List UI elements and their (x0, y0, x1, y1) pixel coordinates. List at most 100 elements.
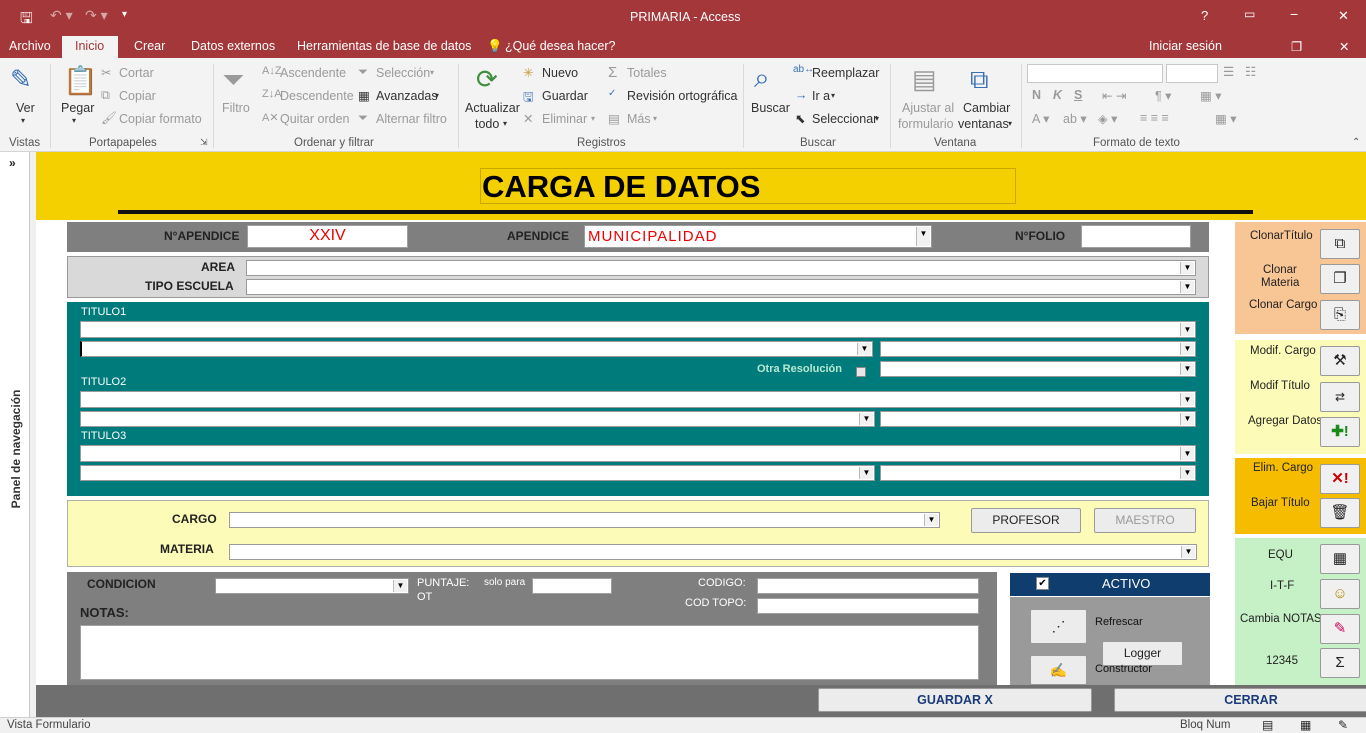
titulo3-resolucion-combo[interactable]: ▼ (80, 465, 875, 481)
clonar-titulo-button[interactable]: ⧉ (1320, 229, 1360, 259)
profesor-button[interactable]: PROFESOR (971, 508, 1081, 533)
puntaje-field[interactable] (532, 578, 612, 594)
copiar-button[interactable]: Copiar (119, 89, 156, 103)
chevron-down-icon[interactable]: ▼ (859, 467, 873, 479)
tipo-escuela-combo[interactable]: ▼ (246, 279, 1196, 295)
ver-button[interactable]: Ver (16, 101, 35, 115)
chevron-down-icon[interactable]: ▼ (859, 413, 873, 425)
sum-button[interactable]: Σ (1320, 648, 1360, 678)
design-view-icon[interactable]: ✎ (1338, 718, 1348, 732)
titulo2-extra-combo[interactable]: ▼ (880, 411, 1196, 427)
tab-inicio[interactable]: Inicio (75, 39, 104, 53)
actualizar-button[interactable]: Actualizar (465, 101, 520, 115)
codigo-field[interactable] (757, 578, 979, 594)
chevron-down-icon[interactable]: ▼ (1180, 343, 1194, 355)
cambiar-label[interactable]: ventanas (958, 117, 1009, 131)
eliminar-button[interactable]: Eliminar (542, 112, 587, 126)
seleccionar-chevron-icon[interactable]: ▾ (875, 114, 879, 123)
chevron-down-icon[interactable]: ▼ (1181, 546, 1195, 558)
paste-icon[interactable]: 📋 (63, 64, 98, 97)
refresh-all-icon[interactable]: ⟳ (476, 64, 498, 95)
chevron-down-icon[interactable]: ▼ (1180, 363, 1194, 375)
pegar-button[interactable]: Pegar (61, 101, 94, 115)
tab-archivo[interactable]: Archivo (9, 39, 51, 53)
chevron-down-icon[interactable]: ▼ (1180, 467, 1194, 479)
ribbon-display-icon[interactable]: ▭ (1244, 7, 1255, 21)
titulo1-resolucion-combo[interactable]: ▼ (80, 341, 873, 357)
nuevo-button[interactable]: Nuevo (542, 66, 578, 80)
customize-qat-icon[interactable]: ▾ (122, 9, 127, 20)
titulo2-resolucion-combo[interactable]: ▼ (80, 411, 875, 427)
revision-button[interactable]: Revisión ortográfica (627, 89, 737, 103)
clonar-materia-button[interactable]: ❐ (1320, 264, 1360, 294)
apendice-num-field[interactable]: XXIV (247, 225, 408, 248)
collapse-ribbon-icon[interactable]: ⌃ (1352, 137, 1360, 148)
bold-button[interactable]: N (1032, 88, 1041, 102)
tab-datos-externos[interactable]: Datos externos (191, 39, 275, 53)
itf-button[interactable]: ☺ (1320, 579, 1360, 609)
guardar-button[interactable]: GUARDAR X (818, 688, 1092, 712)
chevron-down-icon[interactable]: ▼ (1180, 413, 1194, 425)
quitar-orden-button[interactable]: Quitar orden (280, 112, 349, 126)
seleccion-button[interactable]: Selección (376, 66, 430, 80)
ira-chevron-icon[interactable]: ▾ (831, 91, 835, 100)
restore-doc-icon[interactable]: ❐ (1291, 39, 1302, 54)
agregar-datos-button[interactable]: ✚! (1320, 417, 1360, 447)
cortar-button[interactable]: Cortar (119, 66, 154, 80)
clonar-cargo-button[interactable]: ⎘ (1320, 300, 1360, 330)
otra-resolucion-combo[interactable]: ▼ (880, 361, 1196, 377)
condicion-combo[interactable]: ▼ (215, 578, 409, 594)
chevron-down-icon[interactable]: ▼ (916, 227, 930, 246)
switch-windows-icon[interactable]: ⧉ (970, 64, 989, 96)
cerrar-button[interactable]: CERRAR (1114, 688, 1366, 712)
cambia-notas-button[interactable]: ✎ (1320, 614, 1360, 644)
ira-button[interactable]: Ir a (812, 89, 830, 103)
form-view-icon[interactable]: ▤ (1262, 718, 1273, 732)
maestro-button[interactable]: MAESTRO (1094, 508, 1196, 533)
cod-topo-field[interactable] (757, 598, 979, 614)
close-button[interactable]: ✕ (1338, 8, 1349, 24)
font-name-combo[interactable] (1027, 64, 1163, 83)
constructor-button[interactable]: ✍ (1030, 655, 1087, 685)
chevron-down-icon[interactable]: ▼ (1180, 447, 1194, 460)
minimize-button[interactable]: − (1290, 6, 1298, 22)
reemplazar-button[interactable]: Reemplazar (812, 66, 879, 80)
totales-button[interactable]: Totales (627, 66, 667, 80)
equ-button[interactable]: ▦ (1320, 544, 1360, 574)
close-doc-icon[interactable]: ✕ (1339, 39, 1349, 54)
folio-field[interactable] (1081, 225, 1191, 248)
buscar-button[interactable]: Buscar (751, 101, 790, 115)
area-combo[interactable]: ▼ (246, 260, 1196, 276)
chevron-down-icon[interactable]: ▼ (393, 580, 407, 592)
ajustar-button[interactable]: Ajustar al (902, 101, 954, 115)
elim-cargo-button[interactable]: ✕! (1320, 464, 1360, 494)
avanzadas-button[interactable]: Avanzadas (376, 89, 438, 103)
otra-resolucion-checkbox[interactable] (856, 367, 866, 377)
titulo1-combo[interactable]: ▼ (80, 321, 1196, 338)
search-icon[interactable]: ⌕ (754, 62, 770, 95)
chevron-down-icon[interactable]: ▼ (1180, 281, 1194, 293)
chevron-down-icon[interactable]: ▼ (924, 514, 938, 526)
help-button[interactable]: ? (1201, 8, 1208, 23)
tab-herramientas[interactable]: Herramientas de base de datos (297, 39, 471, 53)
chevron-down-icon[interactable]: ▼ (1180, 323, 1194, 336)
titulo3-extra-combo[interactable]: ▼ (880, 465, 1196, 481)
datasheet-view-icon[interactable]: ▦ (1300, 718, 1311, 732)
undo-icon[interactable]: ↶ ▾ (50, 7, 73, 24)
underline-button[interactable]: S (1074, 88, 1082, 102)
descendente-button[interactable]: Descendente (280, 89, 354, 103)
cambiar-button[interactable]: Cambiar (963, 101, 1010, 115)
pegar-chevron-icon[interactable]: ▾ (72, 116, 76, 125)
ascendente-button[interactable]: Ascendente (280, 66, 346, 80)
ajustar-label[interactable]: formulario (898, 117, 954, 131)
modif-cargo-button[interactable]: ⚒ (1320, 346, 1360, 376)
tab-crear[interactable]: Crear (134, 39, 165, 53)
italic-button[interactable]: K (1053, 88, 1062, 102)
actualizar-chevron-icon[interactable]: ▾ (503, 119, 507, 128)
actualizar-todo-label[interactable]: todo (475, 117, 499, 131)
materia-combo[interactable]: ▼ (229, 544, 1197, 560)
save-icon[interactable]: 🖫 (20, 8, 33, 33)
modif-titulo-button[interactable]: ⇄ (1320, 382, 1360, 412)
tell-me-input[interactable]: ¿Qué desea hacer? (505, 39, 616, 53)
nav-pane-label[interactable]: Panel de navegación (9, 389, 23, 509)
